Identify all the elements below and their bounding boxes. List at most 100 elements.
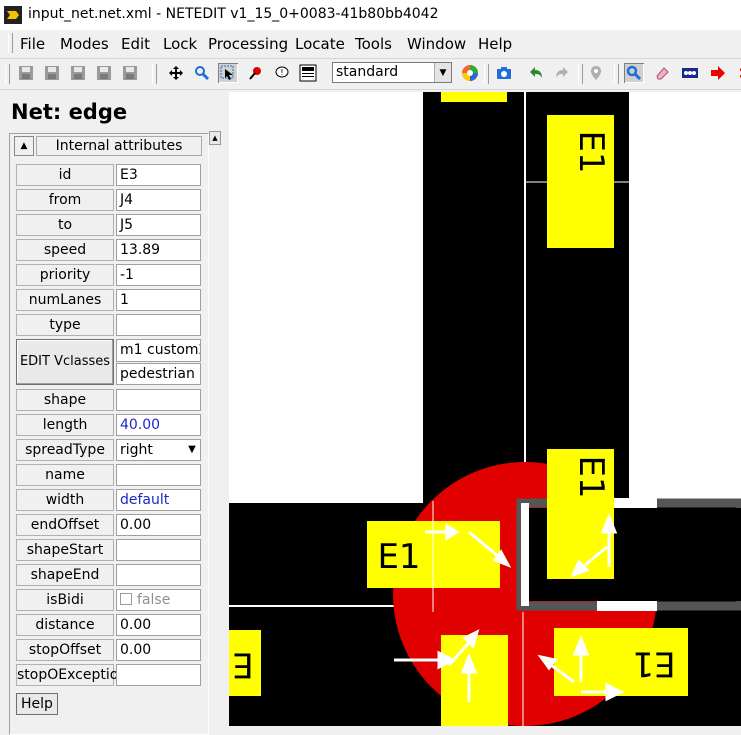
help-bubble-icon[interactable]: ! <box>272 63 292 83</box>
save-data-icon[interactable] <box>94 63 114 83</box>
toolbar-grip-2[interactable] <box>152 64 157 84</box>
move-view-icon[interactable] <box>166 63 186 83</box>
attr-label-isbidi: isBidi <box>16 589 114 611</box>
netedit-app-icon <box>4 6 22 24</box>
help-button[interactable]: Help <box>16 693 58 715</box>
selected-edge-marker <box>521 503 529 606</box>
close-x-icon[interactable] <box>734 63 741 83</box>
redo-icon[interactable] <box>552 63 572 83</box>
attr-field-type[interactable] <box>116 314 201 336</box>
menu-modes[interactable]: Modes <box>60 35 109 53</box>
menu-help[interactable]: Help <box>478 35 512 53</box>
attr-field-stopoffset[interactable]: 0.00 <box>116 639 201 661</box>
collapse-triangle-icon[interactable]: ▲ <box>14 136 34 156</box>
chevron-down-icon[interactable]: ▼ <box>185 442 199 458</box>
inspect-mode-icon[interactable] <box>624 63 644 83</box>
attr-label-priority: priority <box>16 264 114 286</box>
toolbar-grip-5[interactable] <box>614 64 619 84</box>
attr-field-name[interactable] <box>116 464 201 486</box>
toolbar-grip-4[interactable] <box>578 64 583 84</box>
save-additionals-icon[interactable] <box>42 63 62 83</box>
save-demand-icon[interactable] <box>68 63 88 83</box>
menu-file[interactable]: File <box>20 35 45 53</box>
spreadtype-value: right <box>120 442 153 458</box>
color-wheel-icon[interactable] <box>460 63 480 83</box>
attr-label-length: length <box>16 414 114 436</box>
disallow-vclasses-field[interactable]: pedestrian <box>116 363 201 385</box>
toolbar-grip-3[interactable] <box>484 64 489 84</box>
toolbar-grip[interactable] <box>5 64 10 84</box>
menu-window[interactable]: Window <box>407 35 466 53</box>
scroll-up-icon[interactable]: ▲ <box>209 131 221 145</box>
menu-bar: File Modes Edit Lock Processing Locate T… <box>0 30 741 59</box>
attr-label-stopoffset: stopOffset <box>16 639 114 661</box>
attr-label-distance: distance <box>16 614 114 636</box>
attr-field-length[interactable]: 40.00 <box>116 414 201 436</box>
select-cursor-icon[interactable] <box>218 63 238 83</box>
attr-label-shape: shape <box>16 389 114 411</box>
attr-field-isbidi[interactable]: false <box>116 589 201 611</box>
menu-tools[interactable]: Tools <box>355 35 392 53</box>
isbidi-value: false <box>137 592 171 608</box>
attr-label-to: to <box>16 214 114 236</box>
panel-scrollbar[interactable] <box>209 130 221 726</box>
panel-title: Net: edge <box>11 100 128 124</box>
attr-field-to[interactable]: J5 <box>116 214 201 236</box>
arrow-icon[interactable] <box>708 63 728 83</box>
attr-field-shapeend[interactable] <box>116 564 201 586</box>
edge-label-e1-top: E1 <box>571 130 611 173</box>
attr-field-shapestart[interactable] <box>116 539 201 561</box>
attr-label-speed: speed <box>16 239 114 261</box>
locator-icon[interactable] <box>586 63 606 83</box>
view-scheme-value: standard <box>336 64 399 80</box>
edge-label-e1-mid: E1 <box>571 455 611 498</box>
menu-icon[interactable] <box>298 63 318 83</box>
network-view[interactable]: E1 E1 E1 E1 E <box>229 92 741 726</box>
attr-field-shape[interactable] <box>116 389 201 411</box>
undo-icon[interactable] <box>526 63 546 83</box>
edge-label-e-left: E <box>232 645 253 685</box>
attr-field-id[interactable]: E3 <box>116 164 201 186</box>
window-title: input_net.net.xml - NETEDIT v1_15_0+0083… <box>28 6 439 22</box>
view-scheme-select[interactable]: standard ▼ <box>332 62 452 83</box>
save-all-icon[interactable] <box>120 63 140 83</box>
edge-label-e1-left: E1 <box>377 537 420 577</box>
menu-locate[interactable]: Locate <box>295 35 345 53</box>
edge-label-box-top <box>441 92 507 102</box>
edge-label-box-bottom <box>441 635 508 726</box>
allow-vclasses-field[interactable]: m1 custom2 <box>116 339 201 362</box>
title-bar: input_net.net.xml - NETEDIT v1_15_0+0083… <box>0 0 741 30</box>
attr-label-id: id <box>16 164 114 186</box>
delete-mode-icon[interactable] <box>652 63 672 83</box>
chevron-down-icon[interactable]: ▼ <box>434 63 451 82</box>
inspect-icon[interactable] <box>246 63 266 83</box>
menu-processing[interactable]: Processing <box>208 35 288 53</box>
attr-field-priority[interactable]: -1 <box>116 264 201 286</box>
attr-field-stopoexception[interactable] <box>116 664 201 686</box>
menu-edit[interactable]: Edit <box>121 35 150 53</box>
selected-edge-marker-bottom <box>597 601 657 611</box>
traffic-light-icon[interactable] <box>680 63 700 83</box>
zoom-icon[interactable] <box>192 63 212 83</box>
attr-field-width[interactable]: default <box>116 489 201 511</box>
attr-label-spreadtype: spreadType <box>16 439 114 461</box>
edit-vclasses-button[interactable]: EDIT Vclasses <box>16 339 114 385</box>
attr-field-spreadtype[interactable]: right ▼ <box>116 439 201 461</box>
attr-field-speed[interactable]: 13.89 <box>116 239 201 261</box>
menu-lock[interactable]: Lock <box>163 35 197 53</box>
attr-label-numlanes: numLanes <box>16 289 114 311</box>
save-icon[interactable] <box>16 63 36 83</box>
attr-label-shapestart: shapeStart <box>16 539 114 561</box>
menu-grip[interactable] <box>8 33 13 53</box>
attr-label-stopoexception: stopOException <box>16 664 127 686</box>
attr-field-numlanes[interactable]: 1 <box>116 289 201 311</box>
attr-field-distance[interactable]: 0.00 <box>116 614 201 636</box>
attr-label-from: from <box>16 189 114 211</box>
attr-field-from[interactable]: J4 <box>116 189 201 211</box>
network-canvas[interactable]: E1 E1 E1 E1 E <box>229 92 741 726</box>
attr-label-shapeend: shapeEnd <box>16 564 114 586</box>
screenshot-icon[interactable] <box>494 63 514 83</box>
isbidi-checkbox[interactable] <box>120 593 132 605</box>
svg-text:!: ! <box>280 68 283 77</box>
attr-field-endoffset[interactable]: 0.00 <box>116 514 201 536</box>
